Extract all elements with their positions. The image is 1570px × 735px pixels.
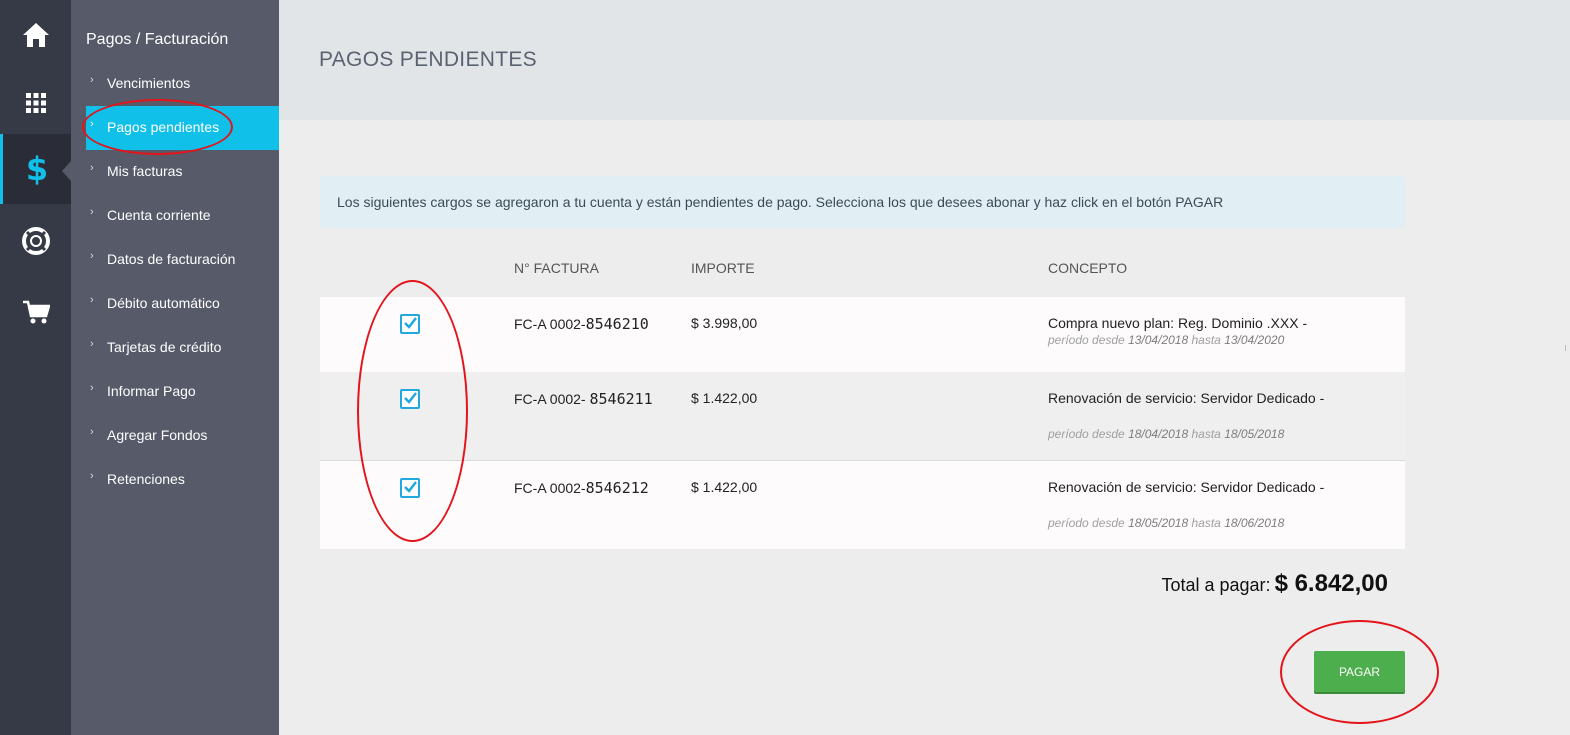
nav-item-vencimientos[interactable]: › Vencimientos <box>86 62 279 106</box>
row-checkbox[interactable] <box>400 314 420 334</box>
check-icon <box>404 481 417 493</box>
icon-rail: $ <box>0 0 71 735</box>
cart-icon <box>22 300 50 324</box>
amount: $ 1.422,00 <box>691 390 758 406</box>
notice-text: Los siguientes cargos se agregaron a tu … <box>337 194 1224 210</box>
nav-item-retenciones[interactable]: › Retenciones <box>86 458 279 502</box>
nav-item-tarjetas-credito[interactable]: › Tarjetas de crédito <box>86 326 279 370</box>
chevron-right-icon: › <box>90 206 94 218</box>
lifebuoy-icon <box>21 227 50 255</box>
amount: $ 1.422,00 <box>691 479 758 495</box>
row-checkbox[interactable] <box>400 389 420 409</box>
period: período desde 18/05/2018 hasta 18/06/201… <box>1048 516 1285 530</box>
invoice-number: FC-A 0002-8546210 <box>514 315 649 333</box>
chevron-right-icon: › <box>90 162 94 174</box>
cart-button[interactable] <box>0 278 71 348</box>
nav-item-pagos-pendientes[interactable]: › Pagos pendientes <box>86 106 279 150</box>
table-header: N° FACTURA IMPORTE CONCEPTO <box>320 252 1405 299</box>
amount: $ 3.998,00 <box>691 315 758 331</box>
subnav-title: Pagos / Facturación <box>86 31 229 48</box>
info-notice: Los siguientes cargos se agregaron a tu … <box>320 176 1405 228</box>
home-icon <box>22 23 49 47</box>
nav-item-agregar-fondos[interactable]: › Agregar Fondos <box>86 414 279 458</box>
nav-item-informar-pago[interactable]: › Informar Pago <box>86 370 279 414</box>
resize-handle <box>1565 345 1570 351</box>
total-to-pay: Total a pagar: $ 6.842,00 <box>1161 570 1388 598</box>
row-checkbox[interactable] <box>400 478 420 498</box>
table-row: FC-A 0002-8546212 $ 1.422,00 Renovación … <box>320 461 1405 549</box>
check-icon <box>404 392 417 404</box>
nav-item-datos-facturacion[interactable]: › Datos de facturación <box>86 238 279 282</box>
chevron-right-icon: › <box>90 74 94 86</box>
page-title: PAGOS PENDIENTES <box>319 48 537 71</box>
check-icon <box>404 317 417 329</box>
page-header: PAGOS PENDIENTES <box>279 0 1570 120</box>
dollar-icon: $ <box>25 150 49 188</box>
chevron-right-icon: › <box>90 470 94 482</box>
chevron-right-icon: › <box>90 294 94 306</box>
invoice-number: FC-A 0002-8546212 <box>514 479 649 497</box>
active-pointer <box>62 161 71 181</box>
table-row: FC-A 0002-8546210 $ 3.998,00 Compra nuev… <box>320 297 1405 373</box>
nav-item-debito-automatico[interactable]: › Débito automático <box>86 282 279 326</box>
apps-button[interactable] <box>0 68 71 138</box>
chevron-right-icon: › <box>90 338 94 350</box>
concept: Renovación de servicio: Servidor Dedicad… <box>1048 479 1325 495</box>
invoice-number: FC-A 0002- 8546211 <box>514 390 653 408</box>
period: período desde 13/04/2018 hasta 13/04/202… <box>1048 333 1285 347</box>
pay-button[interactable]: PAGAR <box>1314 651 1405 692</box>
chevron-right-icon: › <box>90 250 94 262</box>
home-button[interactable] <box>0 0 71 70</box>
period: período desde 18/04/2018 hasta 18/05/201… <box>1048 427 1285 441</box>
nav-item-cuenta-corriente[interactable]: › Cuenta corriente <box>86 194 279 238</box>
subnav-panel: Pagos / Facturación › Vencimientos › Pagos… <box>71 0 279 735</box>
header-invoice: N° FACTURA <box>514 260 599 276</box>
nav-item-mis-facturas[interactable]: › Mis facturas <box>86 150 279 194</box>
concept: Renovación de servicio: Servidor Dedicad… <box>1048 390 1325 406</box>
support-button[interactable] <box>0 206 71 276</box>
chevron-right-icon: › <box>90 118 94 130</box>
header-concept: CONCEPTO <box>1048 260 1128 276</box>
header-amount: IMPORTE <box>691 260 755 276</box>
chevron-right-icon: › <box>90 426 94 438</box>
billing-button[interactable]: $ <box>0 134 71 204</box>
total-value: $ 6.842,00 <box>1274 570 1388 597</box>
concept: Compra nuevo plan: Reg. Dominio .XXX - <box>1048 315 1308 331</box>
total-label: Total a pagar: <box>1161 575 1271 595</box>
chevron-right-icon: › <box>90 382 94 394</box>
table-row: FC-A 0002- 8546211 $ 1.422,00 Renovación… <box>320 372 1405 461</box>
apps-grid-icon <box>25 93 46 113</box>
